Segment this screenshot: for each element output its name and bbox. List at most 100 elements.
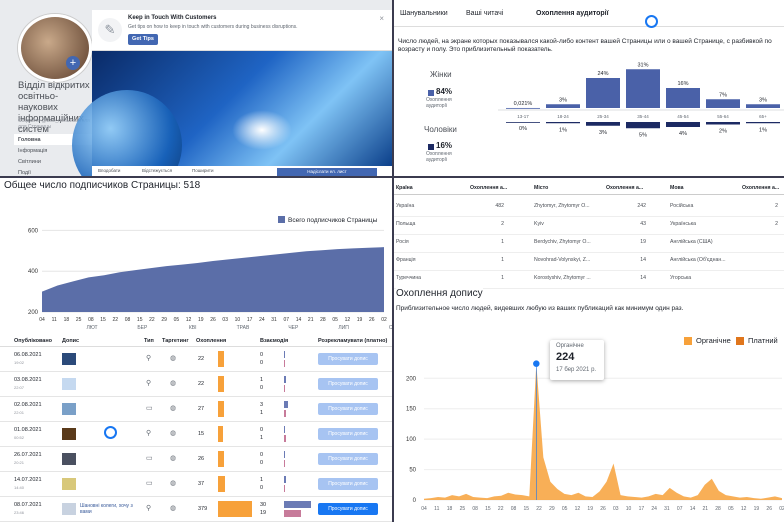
reach-bar (218, 351, 224, 367)
men-data-label: 2% (719, 129, 727, 135)
share-button[interactable]: Поширити (192, 168, 213, 173)
like-button[interactable]: Вподобати (98, 168, 120, 173)
table-row: Польща 2 Kyiv 43 Українська 2 (394, 216, 784, 235)
post-thumbnail[interactable] (62, 403, 76, 415)
col-type[interactable]: Тип (144, 338, 154, 344)
reach-bar (218, 401, 225, 417)
audience-tabs: Шанувальники Ваші читачі Охоплення аудит… (394, 0, 784, 27)
col-language-reach[interactable]: Охоплення а... (742, 185, 779, 191)
men-bar (706, 122, 740, 125)
post-thumbnail[interactable] (62, 503, 76, 515)
screenshot-divider-horizontal (0, 176, 784, 178)
x-tick-label: 15 (485, 506, 491, 512)
boost-post-button[interactable]: Просувати допис (318, 403, 378, 415)
paid-legend-label[interactable]: Платний (748, 336, 778, 345)
x-tick-label: 26 (210, 317, 216, 323)
post-thumbnail[interactable] (62, 378, 76, 390)
post-date: 26.07.2021 (14, 452, 42, 458)
col-language[interactable]: Мова (670, 185, 684, 191)
boost-post-button[interactable]: Просувати допис (318, 453, 378, 465)
women-data-label: 0,021% (514, 101, 533, 107)
col-published[interactable]: Опубліковано (14, 338, 52, 344)
post-date: 08.07.2021 (14, 502, 42, 508)
x-tick-label: 15 (137, 317, 143, 323)
x-tick-label: 10 (626, 506, 632, 512)
x-tick-label: 05 (174, 317, 180, 323)
boost-post-button[interactable]: Просувати допис (318, 428, 378, 440)
audience-panel: Шанувальники Ваші читачі Охоплення аудит… (394, 0, 784, 176)
x-tick-label: 26 (369, 317, 375, 323)
boost-post-button[interactable]: Просувати допис (318, 478, 378, 490)
globe-icon: ◍ (170, 430, 177, 437)
x-tick-label: 08 (511, 506, 517, 512)
globe-icon: ◍ (170, 480, 177, 487)
tab-followers[interactable]: Ваші читачі (466, 10, 503, 17)
col-country[interactable]: Країна (396, 185, 413, 191)
table-row: Туреччина 1 Korostyshiv, Zhytomyr ... 14 Уго… (394, 270, 784, 289)
x-tick-label: 12 (575, 506, 581, 512)
table-row: 03.08.2021 22:07 ⚲ ◍ 22 1 0 Просувати допис (0, 372, 392, 397)
geo-cell: Korostyshiv, Zhytomyr ... (534, 275, 591, 281)
women-sublabel: Охоплення аудиторії (426, 97, 452, 109)
tab-fans[interactable]: Шанувальники (400, 10, 448, 17)
reach-bar (218, 451, 225, 467)
following-button[interactable]: Відстежується (142, 168, 172, 173)
organic-legend-label[interactable]: Органічне (696, 336, 731, 345)
geo-cell: Zhytomyr, Zhytomyr O... (534, 203, 590, 209)
post-thumbnail[interactable] (62, 478, 76, 490)
engagement-bar-2 (284, 385, 285, 392)
close-icon[interactable]: × (379, 14, 384, 23)
post-date: 06.08.2021 (14, 352, 42, 358)
women-bar (546, 104, 580, 108)
x-tick-label: 05 (332, 317, 338, 323)
col-country-reach[interactable]: Охоплення а... (470, 185, 507, 191)
post-text[interactable]: Шановні колеги, хочу з вами (80, 503, 138, 515)
x-tick-label: 10 (235, 317, 241, 323)
post-thumbnail[interactable] (62, 353, 76, 365)
post-time: 19:02 (14, 360, 25, 365)
col-boost[interactable]: Розрекламувати (платно) (318, 338, 387, 344)
col-city-reach[interactable]: Охоплення а... (606, 185, 643, 191)
x-tick-label: 07 (677, 506, 683, 512)
link-icon: ⚲ (146, 355, 152, 362)
post-time: 14:40 (14, 485, 25, 490)
table-row: 08.07.2021 23:46 Шановні колеги, хочу з ва… (0, 497, 392, 522)
tab-audience-reach[interactable]: Охоплення аудиторії (536, 10, 609, 17)
x-tick-label: 18 (447, 506, 453, 512)
post-thumbnail[interactable] (62, 453, 76, 465)
photo-icon: ▭ (146, 405, 153, 412)
table-row: 06.08.2021 19:02 ⚲ ◍ 22 0 0 Просувати допис (0, 347, 392, 372)
engagement-bar-1 (284, 426, 285, 433)
col-reach[interactable]: Охоплення (196, 338, 226, 344)
reach-value: 379 (198, 506, 208, 512)
add-photo-icon[interactable]: + (66, 56, 80, 70)
col-engagement[interactable]: Взаємодія (260, 338, 288, 344)
cover-photo[interactable] (72, 50, 392, 176)
send-email-button[interactable]: Надіслати ел. лист (277, 168, 377, 176)
men-bar (506, 122, 540, 123)
boost-post-button[interactable]: Просувати допис (318, 503, 378, 515)
engagement-bar-2 (284, 410, 287, 417)
women-percent: 84% (436, 87, 453, 96)
engagement-bar-1 (284, 451, 285, 458)
page-avatar[interactable] (18, 14, 92, 82)
boost-post-button[interactable]: Просувати допис (318, 353, 378, 365)
col-targeting[interactable]: Таргетинг (162, 338, 189, 344)
x-tick-label: 24 (651, 506, 657, 512)
boost-post-button[interactable]: Просувати допис (318, 378, 378, 390)
screenshot-divider-vertical (392, 0, 394, 522)
geo-cell: 1 (501, 257, 504, 263)
post-thumbnail[interactable] (62, 428, 76, 440)
photo-icon: ▭ (146, 480, 153, 487)
geo-cell: Novohrad-Volynskyi, Z... (534, 257, 591, 263)
y-tick-label: 400 (28, 269, 39, 275)
col-city[interactable]: Місто (534, 185, 548, 191)
age-tick-label: 25-34 (597, 114, 609, 119)
month-label: ЛИП (338, 325, 349, 331)
x-tick-label: 05 (562, 506, 568, 512)
reach-value: 22 (198, 381, 205, 387)
get-tips-button[interactable]: Get Tips (128, 34, 158, 45)
x-tick-label: 29 (549, 506, 555, 512)
col-post[interactable]: Допис (62, 338, 79, 344)
women-data-label: 24% (597, 71, 608, 77)
